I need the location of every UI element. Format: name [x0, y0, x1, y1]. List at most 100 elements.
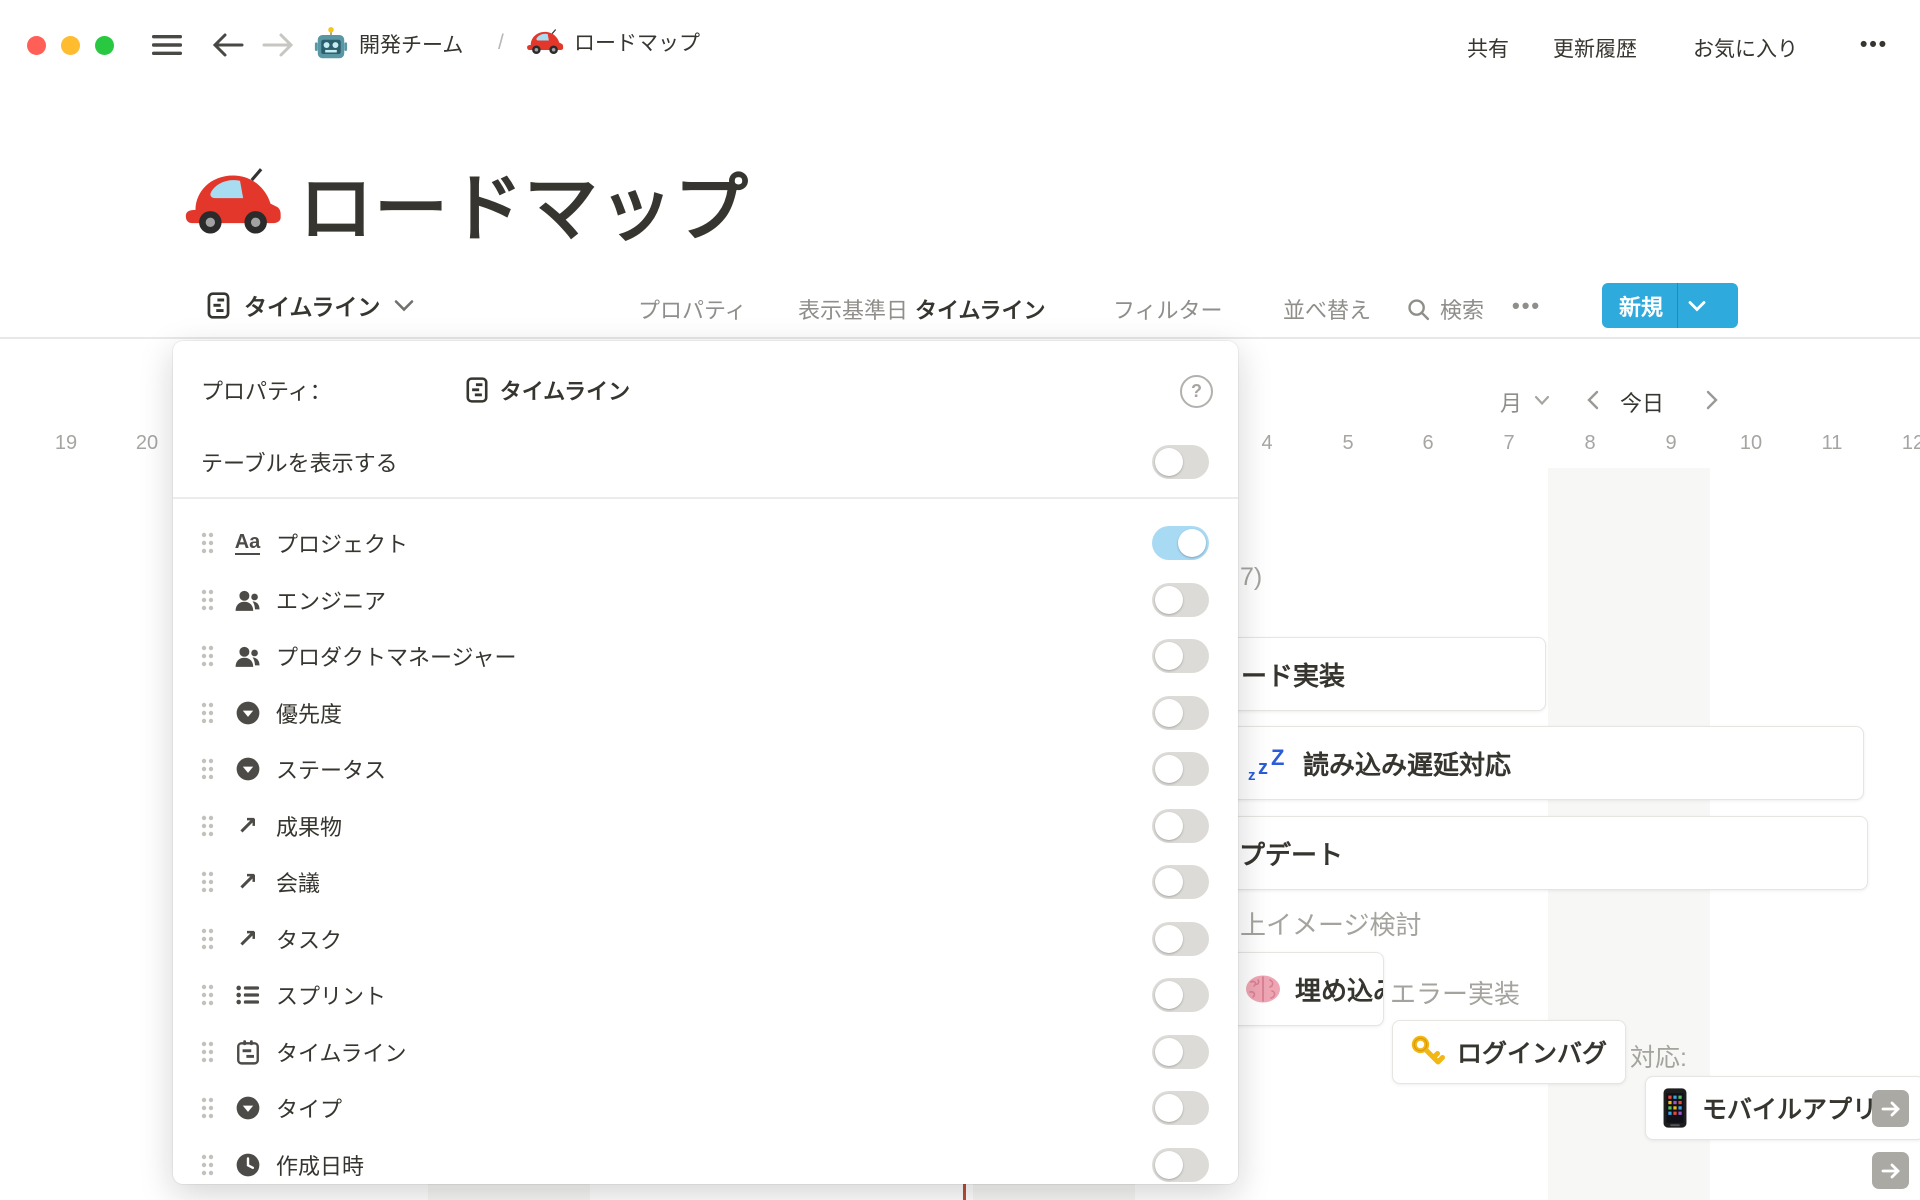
toggle-off[interactable] [1152, 865, 1209, 899]
filter-button[interactable]: フィルター [1113, 293, 1223, 325]
today-button[interactable]: 今日 [1620, 386, 1664, 418]
clock-icon [234, 1152, 261, 1179]
property-row[interactable]: ↗ タスク [173, 914, 1238, 964]
property-row[interactable]: 優先度 [173, 688, 1238, 738]
new-button[interactable]: 新規 [1602, 283, 1738, 328]
property-row[interactable]: タイムライン [173, 1027, 1238, 1077]
car-emoji [183, 164, 283, 240]
property-row[interactable]: 作成日時 [173, 1140, 1238, 1184]
key-emoji [1409, 1034, 1445, 1070]
card-title-overflow: エラー実装 [1390, 974, 1520, 1011]
toggle-off[interactable] [1152, 752, 1209, 786]
property-row[interactable]: プロダクトマネージャー [173, 631, 1238, 681]
toggle-off[interactable] [1152, 696, 1209, 730]
property-name: 優先度 [276, 697, 342, 729]
select-icon [234, 1095, 261, 1122]
scroll-to-item-badge[interactable] [1872, 1090, 1909, 1127]
drag-handle-icon[interactable] [201, 702, 214, 724]
property-row[interactable]: Aa プロジェクト [173, 518, 1238, 568]
new-chevron-down-icon[interactable] [1678, 300, 1716, 312]
group-by-value[interactable]: タイムライン [915, 293, 1045, 325]
svg-text:z: z [1248, 767, 1256, 783]
sort-button[interactable]: 並べ替え [1283, 293, 1371, 325]
search-label: 検索 [1440, 293, 1484, 325]
date-label: 6 [1422, 432, 1433, 455]
drag-handle-icon[interactable] [201, 1097, 214, 1119]
list-icon [234, 982, 261, 1009]
forward-icon[interactable] [262, 31, 294, 59]
breadcrumb-page[interactable]: ロードマップ [526, 27, 700, 57]
breadcrumb-page-label: ロードマップ [574, 27, 700, 57]
next-period-icon[interactable] [1706, 390, 1719, 410]
card-title: 埋め込み [1295, 971, 1384, 1008]
toggle-off[interactable] [1152, 583, 1209, 617]
toolbar-more-icon[interactable]: ••• [1512, 293, 1541, 319]
toggle-off[interactable] [1152, 978, 1209, 1012]
property-name: スプリント [276, 979, 386, 1011]
updates-button[interactable]: 更新履歴 [1553, 33, 1637, 63]
close-button[interactable] [27, 36, 46, 55]
select-icon [234, 700, 261, 727]
toggle-off[interactable] [1152, 922, 1209, 956]
property-name: プロジェクト [276, 527, 408, 559]
property-row[interactable]: タイプ [173, 1083, 1238, 1133]
date-label: 5 [1342, 432, 1353, 455]
property-row[interactable]: エンジニア [173, 575, 1238, 625]
view-tab-timeline[interactable]: タイムライン [205, 288, 414, 322]
toggle-off[interactable] [1152, 1148, 1209, 1182]
timeline-view-icon [464, 376, 490, 404]
toolbar-divider [0, 337, 1920, 339]
toggle-off[interactable] [1152, 445, 1209, 479]
partial-group-count: 7) [1240, 563, 1262, 592]
back-icon[interactable] [212, 31, 244, 59]
toggle-off[interactable] [1152, 1091, 1209, 1125]
property-row[interactable]: ステータス [173, 744, 1238, 794]
search-button[interactable]: 検索 [1406, 293, 1484, 325]
car-emoji [526, 27, 564, 57]
property-row[interactable]: スプリント [173, 970, 1238, 1020]
relation-icon: ↗ [234, 869, 261, 896]
page-title[interactable]: ロードマップ [299, 149, 749, 256]
drag-handle-icon[interactable] [201, 1154, 214, 1176]
zoom-unit-dropdown[interactable]: 月 [1500, 386, 1522, 418]
relation-icon: ↗ [234, 813, 261, 840]
toggle-on[interactable] [1152, 526, 1209, 560]
drag-handle-icon[interactable] [201, 645, 214, 667]
favorite-button[interactable]: お気に入り [1693, 33, 1798, 63]
timeline-item-label[interactable]: 上イメージ検討 [1240, 905, 1421, 942]
toggle-off[interactable] [1152, 639, 1209, 673]
date-label: 19 [55, 432, 77, 455]
panel-view-name: タイムライン [500, 374, 630, 406]
toggle-off[interactable] [1152, 1035, 1209, 1069]
property-name: 会議 [276, 866, 320, 898]
menu-icon[interactable] [152, 34, 182, 56]
table-toggle-row[interactable]: テーブルを表示する [173, 437, 1238, 487]
group-by-label[interactable]: 表示基準日 [798, 293, 908, 325]
drag-handle-icon[interactable] [201, 984, 214, 1006]
drag-handle-icon[interactable] [201, 1041, 214, 1063]
help-icon[interactable]: ? [1180, 375, 1213, 408]
properties-button[interactable]: プロパティ [638, 293, 747, 325]
drag-handle-icon[interactable] [201, 532, 214, 554]
property-row[interactable]: ↗ 成果物 [173, 801, 1238, 851]
drag-handle-icon[interactable] [201, 928, 214, 950]
chevron-down-icon[interactable] [1534, 395, 1550, 406]
drag-handle-icon[interactable] [201, 871, 214, 893]
drag-handle-icon[interactable] [201, 815, 214, 837]
date-label: 12 [1902, 432, 1920, 455]
timeline-card[interactable]: z z Z 読み込み遅延対応 [1232, 726, 1864, 800]
toggle-off[interactable] [1152, 809, 1209, 843]
prev-period-icon[interactable] [1586, 390, 1599, 410]
scroll-to-item-badge[interactable] [1872, 1152, 1909, 1189]
breadcrumb-team[interactable]: 開発チーム [314, 26, 463, 62]
property-row[interactable]: ↗ 会議 [173, 857, 1238, 907]
drag-handle-icon[interactable] [201, 589, 214, 611]
share-button[interactable]: 共有 [1467, 33, 1509, 63]
zoom-button[interactable] [95, 36, 114, 55]
timeline-card[interactable]: ログインバグ [1392, 1020, 1626, 1084]
more-icon[interactable]: ••• [1860, 33, 1888, 57]
chevron-down-icon [394, 299, 414, 312]
property-name: タイムライン [276, 1036, 406, 1068]
minimize-button[interactable] [61, 36, 80, 55]
drag-handle-icon[interactable] [201, 758, 214, 780]
